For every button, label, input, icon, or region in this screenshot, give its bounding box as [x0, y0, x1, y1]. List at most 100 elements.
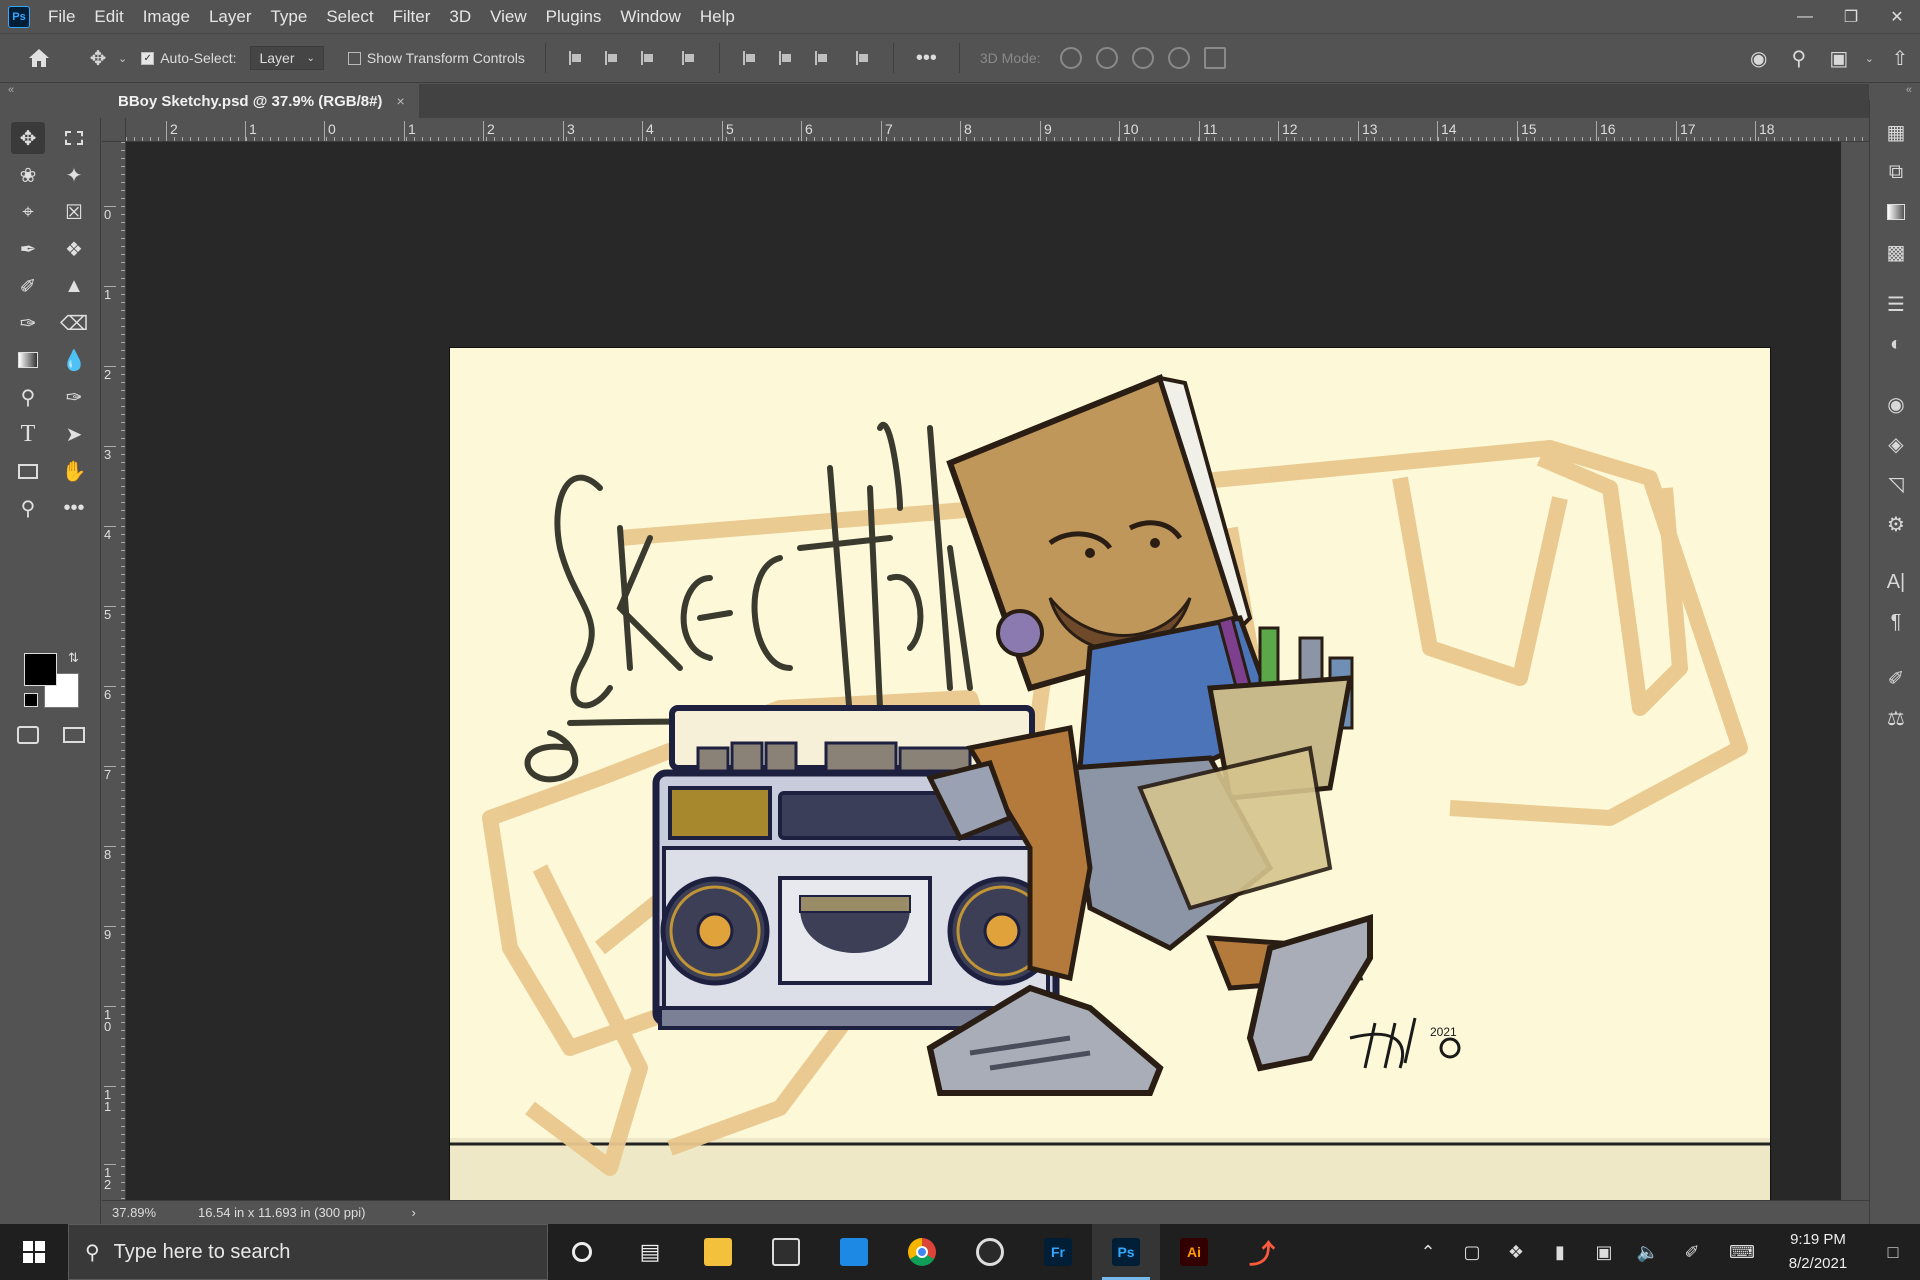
- document-tab[interactable]: BBoy Sketchy.psd @ 37.9% (RGB/8#) ×: [102, 84, 419, 118]
- distribute-horizontal-icon[interactable]: [854, 49, 872, 67]
- vertical-scrollbar[interactable]: [1841, 142, 1869, 1200]
- taskbar-task-view[interactable]: ▤: [616, 1224, 684, 1280]
- lasso-tool[interactable]: ❀: [11, 159, 45, 191]
- taskbar-chrome[interactable]: [888, 1224, 956, 1280]
- menu-window[interactable]: Window: [620, 7, 680, 27]
- collapse-tools-icon[interactable]: «: [8, 84, 14, 96]
- hand-tool[interactable]: ✋: [57, 455, 91, 487]
- menu-image[interactable]: Image: [143, 7, 190, 27]
- chevron-down-icon[interactable]: ⌄: [118, 52, 127, 65]
- move-tool-preset-button[interactable]: ✥: [78, 46, 118, 71]
- eyedropper-tool[interactable]: ✒: [11, 233, 45, 265]
- menu-edit[interactable]: Edit: [94, 7, 123, 27]
- taskbar-clock[interactable]: 9:19 PM 8/2/2021: [1770, 1228, 1866, 1276]
- channels-panel-icon[interactable]: ◉: [1882, 390, 1910, 418]
- taskbar-cortana[interactable]: [548, 1224, 616, 1280]
- align-horizontal-centers-icon[interactable]: [603, 49, 621, 67]
- volume-icon[interactable]: 🔈: [1626, 1224, 1670, 1280]
- taskbar-search-box[interactable]: ⚲ Type here to search: [68, 1224, 548, 1280]
- workspace-icon[interactable]: ▣: [1819, 46, 1859, 71]
- properties-panel-icon[interactable]: ☰: [1882, 290, 1910, 318]
- align-vertical-centers-icon[interactable]: [777, 49, 795, 67]
- restore-button[interactable]: ❐: [1828, 0, 1874, 33]
- magic-wand-tool[interactable]: ✦: [57, 159, 91, 191]
- menu-file[interactable]: File: [48, 7, 75, 27]
- menu-plugins[interactable]: Plugins: [546, 7, 602, 27]
- pen-tool[interactable]: ✑: [57, 381, 91, 413]
- type-tool[interactable]: T: [11, 418, 45, 450]
- adjustments-panel-icon[interactable]: ◐: [1882, 330, 1910, 358]
- document-canvas[interactable]: 2021: [450, 348, 1770, 1280]
- blur-tool[interactable]: 💧: [57, 344, 91, 376]
- show-hidden-icons-chevron-icon[interactable]: ⌃: [1406, 1224, 1450, 1280]
- more-options-icon[interactable]: •••: [916, 47, 937, 70]
- close-tab-icon[interactable]: ×: [396, 93, 404, 109]
- taskbar-obs[interactable]: [956, 1224, 1024, 1280]
- clone-stamp-tool[interactable]: ▲: [57, 270, 91, 302]
- rectangle-tool[interactable]: [11, 455, 45, 487]
- taskbar-file-explorer[interactable]: [684, 1224, 752, 1280]
- menu-type[interactable]: Type: [270, 7, 307, 27]
- home-button[interactable]: [0, 47, 78, 69]
- menu-view[interactable]: View: [490, 7, 527, 27]
- quick-mask-button[interactable]: [11, 719, 45, 751]
- show-transform-checkbox[interactable]: [347, 51, 361, 65]
- taskbar-microsoft-store[interactable]: [752, 1224, 820, 1280]
- align-top-edges-icon[interactable]: [741, 49, 759, 67]
- network-icon[interactable]: ▣: [1582, 1224, 1626, 1280]
- notifications-icon[interactable]: □: [1866, 1224, 1920, 1280]
- gradient-tool[interactable]: [11, 344, 45, 376]
- distribute-vertical-icon[interactable]: [680, 49, 698, 67]
- foreground-color-swatch[interactable]: [24, 653, 57, 686]
- layers-panel-icon[interactable]: ◈: [1882, 430, 1910, 458]
- horizontal-ruler[interactable]: 2 1 0 1 2 3 4 5 6 7 8 9 10 11 12 13 14 1…: [126, 118, 1869, 142]
- default-colors-icon[interactable]: [24, 693, 38, 707]
- taskbar-adobe-fresco[interactable]: Fr: [1024, 1224, 1092, 1280]
- eraser-tool[interactable]: ⌫: [57, 307, 91, 339]
- align-bottom-edges-icon[interactable]: [813, 49, 831, 67]
- history-brush-tool[interactable]: ✑: [11, 307, 45, 339]
- menu-filter[interactable]: Filter: [393, 7, 431, 27]
- chevron-down-icon[interactable]: ⌄: [1865, 52, 1874, 65]
- minimize-button[interactable]: —: [1782, 0, 1828, 33]
- character-panel-icon[interactable]: A|: [1882, 568, 1910, 596]
- learn-icon[interactable]: ◉: [1739, 46, 1779, 71]
- screen-mode-button[interactable]: [57, 719, 91, 751]
- zoom-tool[interactable]: ⚲: [11, 492, 45, 524]
- menu-layer[interactable]: Layer: [209, 7, 252, 27]
- slide-3d-camera-icon[interactable]: [1167, 47, 1190, 69]
- tool-presets-panel-icon[interactable]: ⚖: [1882, 704, 1910, 732]
- dodge-tool[interactable]: ⚲: [11, 381, 45, 413]
- dropbox-icon[interactable]: ❖: [1494, 1224, 1538, 1280]
- menu-select[interactable]: Select: [326, 7, 373, 27]
- marquee-tool[interactable]: [57, 122, 91, 154]
- healing-brush-tool[interactable]: ❖: [57, 233, 91, 265]
- color-panel-icon[interactable]: ⚙: [1882, 510, 1910, 538]
- paths-panel-icon[interactable]: ◹: [1882, 470, 1910, 498]
- pen-workspace-icon[interactable]: ✐: [1670, 1224, 1714, 1280]
- swap-colors-icon[interactable]: ⇅: [68, 650, 79, 666]
- auto-select-target-dropdown[interactable]: Layer ⌄: [250, 46, 324, 70]
- tray-app-icon[interactable]: ▢: [1450, 1224, 1494, 1280]
- taskbar-photoshop[interactable]: Ps: [1092, 1224, 1160, 1280]
- share-icon[interactable]: ⇧: [1880, 46, 1920, 71]
- collapse-panels-icon[interactable]: «: [1906, 84, 1912, 96]
- frame-tool[interactable]: ☒: [57, 196, 91, 228]
- pan-3d-camera-icon[interactable]: [1131, 47, 1154, 69]
- libraries-panel-icon[interactable]: ⧉: [1882, 158, 1910, 186]
- patterns-panel-icon[interactable]: ▩: [1882, 238, 1910, 266]
- menu-3d[interactable]: 3D: [449, 7, 471, 27]
- close-window-button[interactable]: ✕: [1874, 0, 1920, 33]
- swatches-panel-icon[interactable]: ▦: [1882, 118, 1910, 146]
- edit-toolbar-button[interactable]: •••: [57, 492, 91, 524]
- crop-tool[interactable]: ⌖: [11, 196, 45, 228]
- move-tool[interactable]: ✥: [11, 122, 45, 154]
- gradients-panel-icon[interactable]: [1882, 198, 1910, 226]
- battery-icon[interactable]: ▮: [1538, 1224, 1582, 1280]
- orbit-3d-camera-icon[interactable]: [1059, 47, 1082, 69]
- brush-settings-panel-icon[interactable]: ✐: [1882, 664, 1910, 692]
- start-button[interactable]: [0, 1224, 68, 1280]
- vertical-ruler[interactable]: 0 1 2 3 4 5 6 7 8 9 10 11 12: [102, 142, 126, 1200]
- path-selection-tool[interactable]: ➤: [57, 418, 91, 450]
- taskbar-sketch-app[interactable]: ⤴: [1228, 1224, 1296, 1280]
